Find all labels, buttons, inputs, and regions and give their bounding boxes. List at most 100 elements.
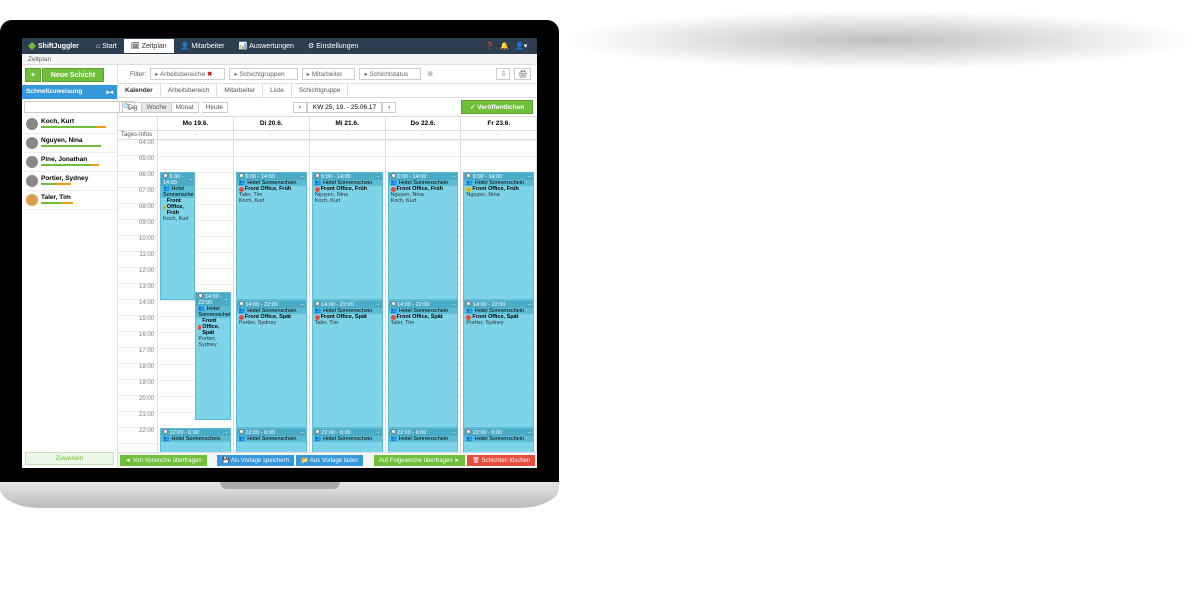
hour-label: 19:00	[118, 380, 157, 396]
notification-icon[interactable]: 🔔	[500, 42, 509, 50]
calendar: Tages-Infos 04:00 05:00 06:00 07:00 08:0…	[118, 117, 537, 452]
hour-label: 22:00	[118, 428, 157, 444]
tab-mitarbeiter[interactable]: Mitarbeiter	[217, 84, 263, 97]
shift-card[interactable]: 6:00 - 14:00– 👥 Hotel Sonnenschein Front…	[388, 172, 459, 300]
employee-item[interactable]: Nguyen, Nina	[22, 134, 117, 153]
day-header: Mi 21.6.	[310, 117, 385, 131]
shift-card[interactable]: 14:00 - 22:00– 👥 Hotel Sonnenschein Fron…	[463, 300, 534, 428]
hour-label: 06:00	[118, 172, 157, 188]
publish-button[interactable]: ✓ Veröffentlichen	[461, 100, 533, 114]
view-heute[interactable]: Heute	[202, 102, 228, 113]
copy-from-prev-week-button[interactable]: ◄ Von Vorwoche übertragen	[120, 455, 207, 466]
hour-label: 14:00	[118, 300, 157, 316]
day-column: Mo 19.6.– 6:00 - 14:00– 👥 Hotel Sonnensc…	[158, 117, 234, 452]
collapse-icon[interactable]: ▸◂	[106, 88, 113, 96]
shift-card[interactable]: 6:00 - 14:00– 👥 Hotel Sonnenschein ! Fro…	[463, 172, 534, 300]
hour-label: 18:00	[118, 364, 157, 380]
shift-card[interactable]: 14:00 - 22:00– 👥 Hotel Sonnenschein Fron…	[312, 300, 383, 428]
prev-week-icon[interactable]: ‹	[293, 102, 307, 113]
copy-to-next-week-button[interactable]: Auf Folgewoche übertragen ►	[374, 455, 465, 466]
hour-label: 12:00	[118, 268, 157, 284]
day-info[interactable]: –	[310, 131, 385, 140]
view-tag[interactable]: Tag	[122, 102, 142, 113]
hour-label: 16:00	[118, 332, 157, 348]
day-column: Di 20.6.– 6:00 - 14:00– 👥 Hotel Sonnensc…	[234, 117, 310, 452]
day-info[interactable]: –	[461, 131, 536, 140]
shift-card[interactable]: 14:00 - 22:00– 👥 Hotel Sonnenschein Fron…	[388, 300, 459, 428]
help-icon[interactable]: ❓	[486, 42, 495, 50]
filter-arbeitsbereiche[interactable]: ▸ Arbeitsbereiche ✖	[150, 68, 225, 80]
shift-card[interactable]: 14:00 - 22:00– 👥 Hotel Sonnenschein Fron…	[195, 292, 230, 420]
day-info[interactable]: –	[234, 131, 309, 140]
hour-label: 09:00	[118, 220, 157, 236]
nav-start[interactable]: ⌂ Start	[89, 39, 124, 53]
filter-bar: Filter: ▸ Arbeitsbereiche ✖ ▸ Schichtgru…	[118, 65, 537, 84]
view-woche[interactable]: Woche	[142, 102, 171, 113]
new-shift-button[interactable]: Neue Schicht	[42, 68, 104, 82]
employee-name: Nguyen, Nina	[41, 137, 113, 144]
day-body[interactable]: 6:00 - 14:00– 👥 Hotel Sonnenschein Front…	[310, 140, 385, 452]
load-template-button[interactable]: 📂 Aus Vorlage laden	[296, 455, 364, 466]
shift-card[interactable]: 22:00 - 6:00– 👥 Hotel Sonnenschein	[388, 428, 459, 452]
shift-card[interactable]: 6:00 - 14:00– 👥 Hotel Sonnenschein Front…	[236, 172, 307, 300]
shift-card[interactable]: 6:00 - 14:00– 👥 Hotel Sonnenschein Front…	[312, 172, 383, 300]
day-header: Mo 19.6.	[158, 117, 233, 131]
day-info[interactable]: –	[158, 131, 233, 140]
tab-arbeitsbereich[interactable]: Arbeitsbereich	[161, 84, 218, 97]
shift-card[interactable]: 22:00 - 6:00– 👥 Hotel Sonnenschein	[463, 428, 534, 452]
nav-mitarbeiter[interactable]: 👤 Mitarbeiter	[174, 39, 232, 53]
employee-name: Portier, Sydney	[41, 175, 113, 182]
shift-card[interactable]: 22:00 - 6:00– 👥 Hotel Sonnenschein	[160, 428, 231, 452]
employee-search-input[interactable]	[24, 101, 120, 113]
filter-schichtstatus[interactable]: ▸ Schichtstatus	[359, 68, 421, 80]
save-template-button[interactable]: 💾 Als Vorlage speichern	[217, 455, 294, 466]
avatar	[26, 137, 38, 149]
tab-kalender[interactable]: Kalender	[118, 84, 161, 97]
day-column: Mi 21.6.– 6:00 - 14:00– 👥 Hotel Sonnensc…	[310, 117, 386, 452]
day-body[interactable]: 6:00 - 14:00– 👥 Hotel Sonnenschein ! Fro…	[158, 140, 233, 452]
employee-item[interactable]: Portier, Sydney	[22, 172, 117, 191]
shift-card[interactable]: 14:00 - 22:00– 👥 Hotel Sonnenschein Fron…	[236, 300, 307, 428]
day-body[interactable]: 6:00 - 14:00– 👥 Hotel Sonnenschein Front…	[234, 140, 309, 452]
day-header: Fr 23.6.	[461, 117, 536, 131]
employee-item[interactable]: Taler, Tim	[22, 191, 117, 210]
hour-label: 17:00	[118, 348, 157, 364]
week-label[interactable]: KW 25, 19. - 25.06.17	[307, 102, 382, 113]
magic-assign-button[interactable]: ✦	[25, 68, 41, 82]
avatar	[26, 175, 38, 187]
shift-card[interactable]: 22:00 - 6:00– 👥 Hotel Sonnenschein	[236, 428, 307, 452]
nav-einstellungen[interactable]: ⚙ Einstellungen	[301, 39, 365, 53]
print-icon[interactable]: 🖨	[514, 68, 531, 80]
add-filter-icon[interactable]: ⊕	[427, 70, 433, 78]
filter-schichtgruppen[interactable]: ▸ Schichtgruppen	[229, 68, 297, 80]
day-body[interactable]: 6:00 - 14:00– 👥 Hotel Sonnenschein ! Fro…	[461, 140, 536, 452]
employee-item[interactable]: Pine, Jonathan	[22, 153, 117, 172]
assign-done-button[interactable]: Zuweisen	[25, 452, 114, 465]
shift-card[interactable]: 6:00 - 14:00– 👥 Hotel Sonnenschein ! Fro…	[160, 172, 195, 300]
user-menu-icon[interactable]: 👤▾	[515, 42, 527, 50]
view-monat[interactable]: Monat	[172, 102, 199, 113]
employee-item[interactable]: Koch, Kurt	[22, 115, 117, 134]
view-controls: Tag Woche Monat Heute ‹ KW 25, 19. - 25.…	[118, 98, 537, 117]
breadcrumb: Zeitplan	[22, 54, 537, 65]
shift-card[interactable]: 22:00 - 6:00– 👥 Hotel Sonnenschein	[312, 428, 383, 452]
day-info[interactable]: –	[386, 131, 461, 140]
view-tabs: Kalender Arbeitsbereich Mitarbeiter List…	[118, 84, 537, 98]
tab-schichtgruppe[interactable]: Schichtgruppe	[292, 84, 349, 97]
hour-label: 13:00	[118, 284, 157, 300]
sidebar-header: Schnellzuweisung▸◂	[22, 85, 117, 99]
day-column: Do 22.6.– 6:00 - 14:00– 👥 Hotel Sonnensc…	[386, 117, 462, 452]
nav-zeitplan[interactable]: 🗓 Zeitplan	[124, 39, 174, 53]
hour-label: 05:00	[118, 156, 157, 172]
filter-mitarbeiter[interactable]: ▸ Mitarbeiter	[302, 68, 356, 80]
hour-label: 11:00	[118, 252, 157, 268]
next-week-icon[interactable]: ›	[382, 102, 396, 113]
delete-shifts-button[interactable]: 🗑 Schichten löschen	[467, 455, 535, 466]
employee-name: Taler, Tim	[41, 194, 113, 201]
nav-auswertungen[interactable]: 📊 Auswertungen	[231, 39, 300, 53]
day-body[interactable]: 6:00 - 14:00– 👥 Hotel Sonnenschein Front…	[386, 140, 461, 452]
export-icon[interactable]: ⇩	[496, 68, 510, 80]
sidebar: ✦ Neue Schicht Schnellzuweisung▸◂ 🔍 Koch…	[22, 65, 118, 468]
day-column: Fr 23.6.– 6:00 - 14:00– 👥 Hotel Sonnensc…	[461, 117, 537, 452]
tab-liste[interactable]: Liste	[263, 84, 292, 97]
